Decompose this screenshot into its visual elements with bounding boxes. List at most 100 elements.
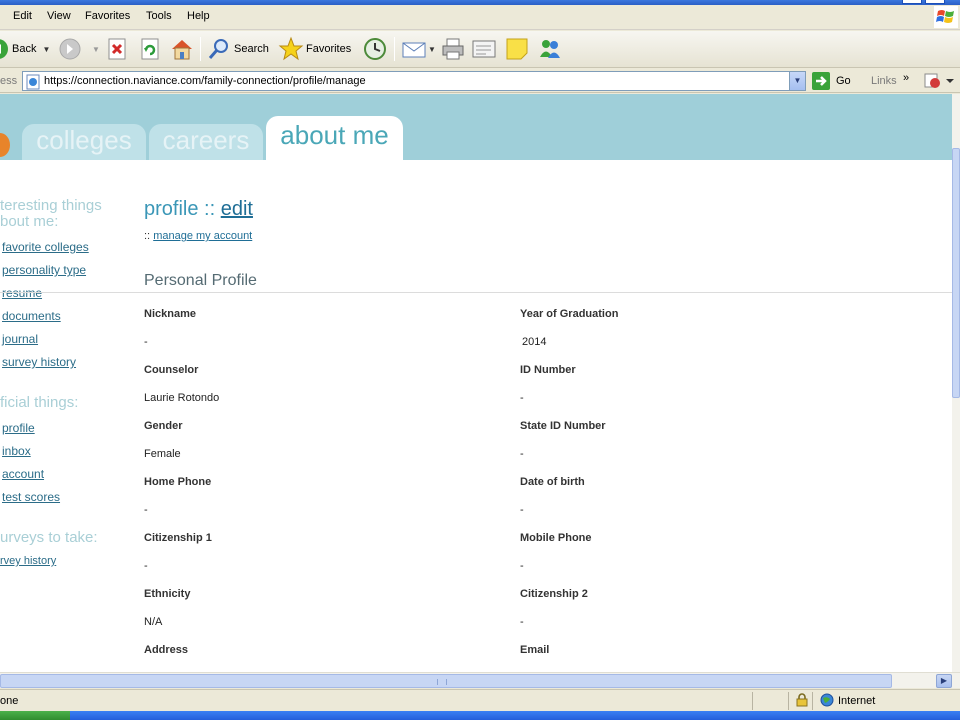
menu-tools[interactable]: Tools bbox=[146, 10, 172, 22]
tab-about-me[interactable]: about me bbox=[266, 116, 403, 160]
page-title: profile :: edit bbox=[144, 198, 253, 221]
field-value-year-of-graduation: 2014 bbox=[522, 336, 547, 348]
messenger-icon bbox=[540, 40, 560, 58]
toolbar-separator bbox=[394, 37, 395, 61]
sidebar-heading-interesting: teresting things bout me: bbox=[0, 197, 102, 230]
menu-favorites[interactable]: Favorites bbox=[85, 10, 130, 22]
favorites-button[interactable]: Favorites bbox=[278, 35, 351, 63]
menu-view[interactable]: View bbox=[47, 10, 71, 22]
sidebar-heading-surveys: urveys to take: bbox=[0, 529, 98, 546]
field-value-ethnicity: N/A bbox=[144, 616, 163, 628]
start-button[interactable] bbox=[0, 711, 70, 720]
menu-edit[interactable]: Edit bbox=[13, 10, 32, 22]
discuss-button[interactable] bbox=[505, 35, 529, 63]
field-value-id-number: - bbox=[520, 392, 524, 404]
vertical-scrollbar[interactable] bbox=[952, 94, 960, 672]
sidebar-link-favorite-colleges[interactable]: favorite colleges bbox=[2, 240, 89, 254]
back-arrow-icon bbox=[0, 39, 8, 59]
sidebar-heading-official: ficial things: bbox=[0, 394, 79, 411]
minimize-button[interactable] bbox=[902, 0, 922, 4]
search-icon bbox=[208, 39, 228, 59]
site-logo bbox=[0, 133, 10, 157]
tab-careers[interactable]: careers bbox=[149, 124, 263, 160]
sidebar-link-documents[interactable]: documents bbox=[2, 309, 61, 323]
field-label-ethnicity: Ethnicity bbox=[144, 588, 191, 600]
sidebar-link-survey-history[interactable]: survey history bbox=[2, 355, 76, 369]
field-value-home-phone: - bbox=[144, 504, 148, 516]
stop-icon bbox=[108, 38, 126, 60]
history-button[interactable] bbox=[362, 35, 388, 63]
go-label: Go bbox=[836, 75, 851, 87]
field-label-citizenship-1: Citizenship 1 bbox=[144, 532, 212, 544]
sidebar-link-survey-history-2[interactable]: rvey history bbox=[0, 555, 56, 567]
sidebar-link-personality-type[interactable]: personality type bbox=[2, 263, 86, 277]
field-value-date-of-birth: - bbox=[520, 504, 524, 516]
back-label: Back bbox=[12, 43, 37, 55]
address-bar: ess https://connection.naviance.com/fami… bbox=[0, 69, 960, 93]
refresh-button[interactable] bbox=[139, 35, 161, 63]
sidebar-link-journal[interactable]: journal bbox=[2, 332, 38, 346]
sidebar-link-test-scores[interactable]: test scores bbox=[2, 490, 60, 504]
vertical-scroll-thumb[interactable] bbox=[952, 148, 960, 398]
tab-about-me-label: about me bbox=[280, 120, 389, 150]
edit-page-button[interactable] bbox=[472, 35, 496, 63]
field-value-counselor: Laurie Rotondo bbox=[144, 392, 220, 404]
field-label-email: Email bbox=[520, 644, 550, 656]
messenger-button[interactable] bbox=[537, 35, 563, 63]
site-nav: colleges careers about me bbox=[0, 94, 952, 160]
lock-icon bbox=[796, 693, 808, 707]
field-label-date-of-birth: Date of birth bbox=[520, 476, 585, 488]
mail-button[interactable]: ▼ bbox=[402, 35, 436, 63]
tab-colleges[interactable]: colleges bbox=[22, 124, 146, 160]
printer-icon bbox=[442, 38, 464, 60]
scroll-grip bbox=[437, 679, 447, 685]
back-dropdown-icon[interactable]: ▼ bbox=[42, 45, 50, 54]
field-value-citizenship-1: - bbox=[144, 560, 148, 572]
sidebar-link-resume[interactable]: resume bbox=[2, 286, 42, 300]
status-bar: one Internet bbox=[0, 689, 960, 711]
address-dropdown-icon[interactable]: ▼ bbox=[789, 72, 805, 90]
scroll-right-arrow-icon[interactable]: ▶ bbox=[936, 674, 952, 688]
standard-toolbar: Back ▼ ▼ Search Favorites ▼ bbox=[0, 31, 960, 68]
field-label-mobile-phone: Mobile Phone bbox=[520, 532, 592, 544]
go-button[interactable]: Go bbox=[812, 72, 851, 90]
zone-text: Internet bbox=[838, 695, 876, 707]
horizontal-scrollbar[interactable]: ▶ bbox=[0, 672, 960, 688]
field-label-nickname: Nickname bbox=[144, 308, 196, 320]
links-chevron-icon[interactable]: » bbox=[903, 72, 909, 84]
tab-careers-label: careers bbox=[162, 125, 250, 155]
manage-account-link[interactable]: manage my account bbox=[153, 230, 252, 242]
field-label-state-id-number: State ID Number bbox=[520, 420, 606, 432]
sticky-note-icon bbox=[506, 38, 528, 60]
favorites-label: Favorites bbox=[306, 43, 352, 55]
maximize-button[interactable] bbox=[925, 0, 945, 4]
page-icon bbox=[26, 74, 40, 90]
forward-button[interactable]: ▼ bbox=[58, 35, 100, 63]
edit-link[interactable]: edit bbox=[221, 198, 253, 220]
links-label[interactable]: Links bbox=[871, 75, 897, 87]
field-label-home-phone: Home Phone bbox=[144, 476, 212, 488]
menu-bar: Edit View Favorites Tools Help bbox=[0, 0, 960, 30]
sidebar-link-profile[interactable]: profile bbox=[2, 421, 35, 435]
mail-dropdown-icon[interactable]: ▼ bbox=[428, 45, 436, 54]
stop-button[interactable] bbox=[106, 35, 128, 63]
print-button[interactable] bbox=[441, 35, 465, 63]
sidebar-link-inbox[interactable]: inbox bbox=[2, 444, 31, 458]
toolbar-extension-icon[interactable] bbox=[924, 73, 954, 89]
title-bar bbox=[0, 0, 960, 5]
search-button[interactable]: Search bbox=[207, 35, 269, 63]
section-divider bbox=[0, 292, 952, 293]
forward-dropdown-icon[interactable]: ▼ bbox=[92, 45, 100, 54]
field-label-citizenship-2: Citizenship 2 bbox=[520, 588, 588, 600]
horizontal-scroll-thumb[interactable] bbox=[0, 674, 892, 688]
home-button[interactable] bbox=[169, 35, 195, 63]
field-label-gender: Gender bbox=[144, 420, 183, 432]
field-value-state-id-number: - bbox=[520, 448, 524, 460]
sidebar-link-account[interactable]: account bbox=[2, 467, 44, 481]
tab-colleges-label: colleges bbox=[36, 125, 132, 155]
url-input[interactable]: https://connection.naviance.com/family-c… bbox=[22, 71, 806, 91]
taskbar bbox=[0, 711, 960, 720]
back-button[interactable]: Back ▼ bbox=[0, 35, 50, 63]
menu-help[interactable]: Help bbox=[187, 10, 210, 22]
status-text: one bbox=[0, 695, 19, 707]
